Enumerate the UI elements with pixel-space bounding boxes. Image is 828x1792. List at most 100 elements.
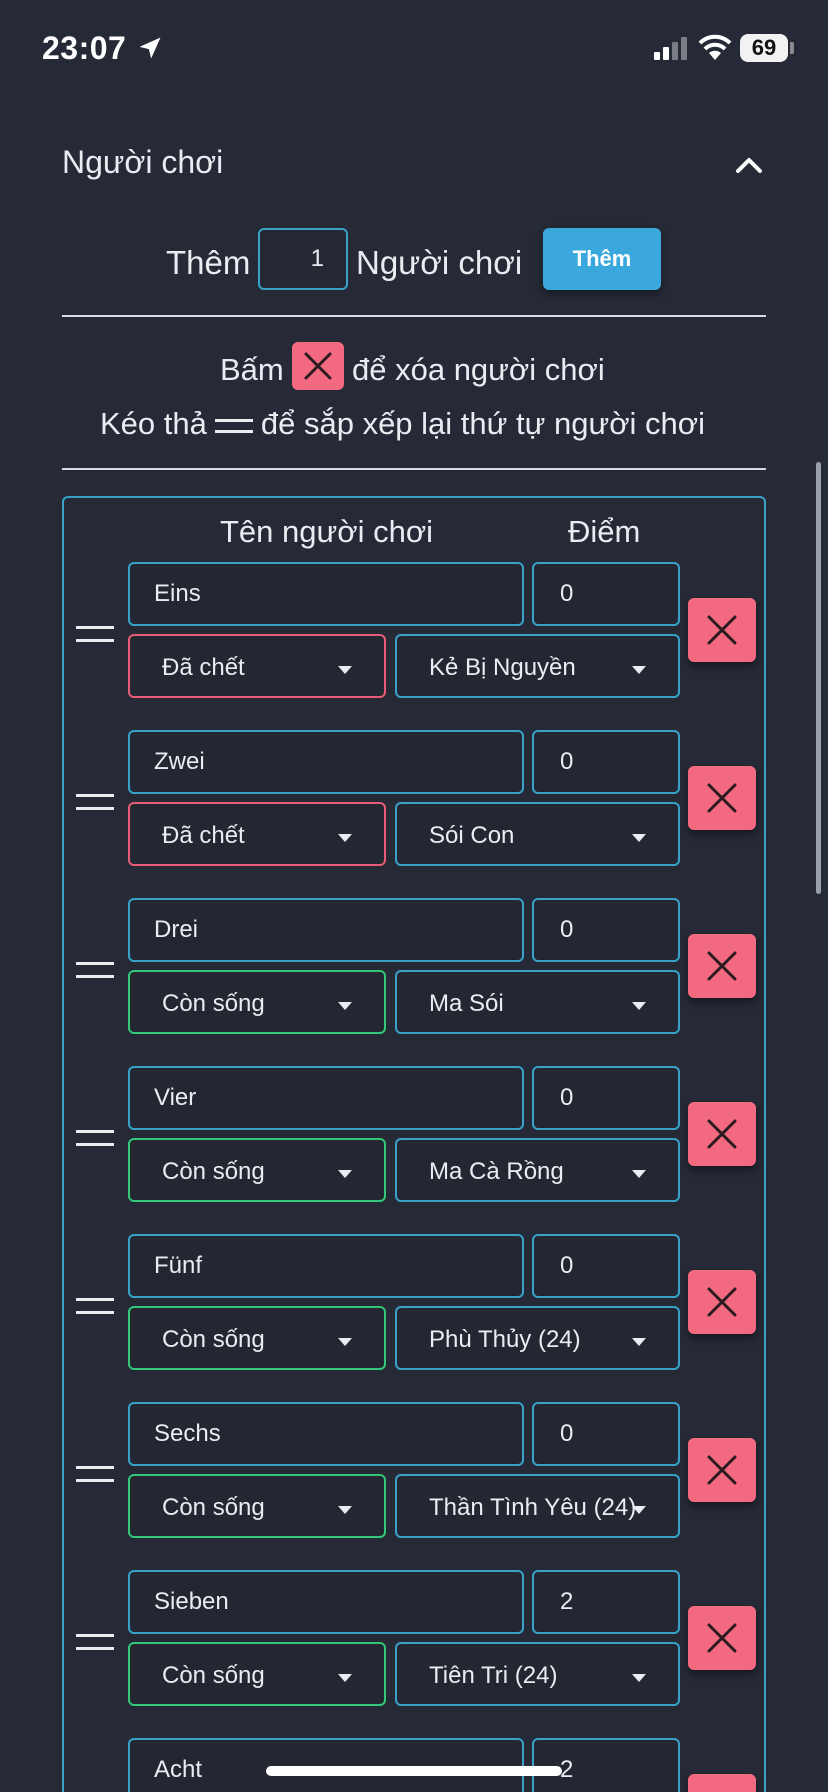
status-select[interactable]: Còn sống: [128, 970, 386, 1034]
caret-down-icon: [338, 834, 352, 842]
player-row: Đã chết Kẻ Bị Nguyền: [0, 562, 828, 702]
status-value: Còn sống: [162, 1326, 265, 1353]
status-select[interactable]: Còn sống: [128, 1642, 386, 1706]
delete-player-button[interactable]: [688, 1102, 756, 1166]
close-icon: [707, 1623, 737, 1653]
player-score-input[interactable]: [532, 898, 680, 962]
role-value: Kẻ Bị Nguyền: [429, 654, 576, 681]
status-select[interactable]: Đã chết: [128, 802, 386, 866]
column-header-score: Điểm: [568, 514, 641, 549]
drag-handle-icon[interactable]: [76, 1462, 114, 1486]
drag-hint: Kéo thả để sắp xếp lại thứ tự người chơi: [100, 406, 705, 442]
player-row: Đã chết Sói Con: [0, 730, 828, 870]
close-icon: [292, 342, 344, 390]
caret-down-icon: [632, 666, 646, 674]
divider-bottom: [62, 468, 766, 470]
drag-handle-icon[interactable]: [76, 622, 114, 646]
player-row: Còn sống Thần Tình Yêu (24): [0, 1402, 828, 1542]
drag-handle-icon[interactable]: [76, 1294, 114, 1318]
status-select[interactable]: Đã chết: [128, 634, 386, 698]
player-name-input[interactable]: [128, 1234, 524, 1298]
delete-player-button[interactable]: [688, 1270, 756, 1334]
player-name-input[interactable]: [128, 730, 524, 794]
delete-player-button[interactable]: [688, 766, 756, 830]
role-select[interactable]: Sói Con: [395, 802, 680, 866]
column-header-name: Tên người chơi: [220, 514, 434, 549]
player-score-input[interactable]: [532, 1066, 680, 1130]
caret-down-icon: [632, 1674, 646, 1682]
close-icon: [707, 615, 737, 645]
status-value: Còn sống: [162, 990, 265, 1017]
caret-down-icon: [338, 1506, 352, 1514]
divider-top: [62, 315, 766, 317]
close-icon: [707, 1287, 737, 1317]
add-players-row: Thêm Người chơi Thêm: [0, 226, 828, 296]
delete-hint: Bấm để xóa người chơi: [0, 340, 828, 392]
status-value: Còn sống: [162, 1494, 265, 1521]
role-value: Thần Tình Yêu (24): [429, 1494, 637, 1521]
player-name-input[interactable]: [128, 1066, 524, 1130]
delete-player-button[interactable]: [688, 598, 756, 662]
status-value: Còn sống: [162, 1158, 265, 1185]
role-select[interactable]: Ma Cà Rồng: [395, 1138, 680, 1202]
status-select[interactable]: Còn sống: [128, 1138, 386, 1202]
role-select[interactable]: Tiên Tri (24): [395, 1642, 680, 1706]
player-row: [0, 1738, 828, 1792]
caret-down-icon: [338, 1338, 352, 1346]
player-count-input[interactable]: [258, 228, 348, 290]
drag-handle-icon[interactable]: [76, 790, 114, 814]
delete-player-button[interactable]: [688, 1438, 756, 1502]
battery-tip: [790, 42, 794, 54]
player-row: Còn sống Ma Sói: [0, 898, 828, 1038]
role-value: Phù Thủy (24): [429, 1326, 581, 1353]
player-name-input[interactable]: [128, 562, 524, 626]
player-name-input[interactable]: [128, 898, 524, 962]
player-row: Còn sống Phù Thủy (24): [0, 1234, 828, 1374]
battery-indicator: 69: [740, 34, 788, 62]
player-score-input[interactable]: [532, 730, 680, 794]
role-select[interactable]: Kẻ Bị Nguyền: [395, 634, 680, 698]
close-icon: [707, 951, 737, 981]
section-title: Người chơi: [62, 144, 224, 180]
location-arrow-icon: [139, 37, 161, 59]
player-score-input[interactable]: [532, 1402, 680, 1466]
player-score-input[interactable]: [532, 1570, 680, 1634]
signal-icon: [654, 37, 687, 60]
close-icon: [707, 783, 737, 813]
caret-down-icon: [338, 1002, 352, 1010]
drag-handle-icon[interactable]: [76, 958, 114, 982]
role-select[interactable]: Ma Sói: [395, 970, 680, 1034]
role-value: Ma Sói: [429, 990, 504, 1017]
caret-down-icon: [338, 1170, 352, 1178]
wifi-icon: [698, 34, 732, 60]
delete-player-button[interactable]: [688, 1606, 756, 1670]
caret-down-icon: [632, 834, 646, 842]
role-select[interactable]: Phù Thủy (24): [395, 1306, 680, 1370]
chevron-up-icon[interactable]: [734, 155, 764, 175]
status-select[interactable]: Còn sống: [128, 1306, 386, 1370]
caret-down-icon: [338, 1674, 352, 1682]
delete-hint-prefix: Bấm: [220, 352, 284, 387]
status-value: Đã chết: [162, 822, 245, 849]
drag-handle-icon[interactable]: [76, 1126, 114, 1150]
delete-player-button[interactable]: [688, 934, 756, 998]
player-name-input[interactable]: [128, 1570, 524, 1634]
player-row: Còn sống Ma Cà Rồng: [0, 1066, 828, 1206]
drag-handle-icon[interactable]: [76, 1630, 114, 1654]
player-score-input[interactable]: [532, 562, 680, 626]
player-name-input[interactable]: [128, 1402, 524, 1466]
player-score-input[interactable]: [532, 1738, 680, 1792]
drag-hint-suffix: để sắp xếp lại thứ tự người chơi: [260, 406, 706, 441]
role-value: Ma Cà Rồng: [429, 1158, 564, 1185]
close-icon: [707, 1455, 737, 1485]
delete-player-button[interactable]: [688, 1774, 756, 1792]
role-select[interactable]: Thần Tình Yêu (24): [395, 1474, 680, 1538]
close-icon: [707, 1119, 737, 1149]
player-score-input[interactable]: [532, 1234, 680, 1298]
status-select[interactable]: Còn sống: [128, 1474, 386, 1538]
drag-handle-icon: [214, 418, 253, 433]
player-name-input[interactable]: [128, 1738, 524, 1792]
scrollbar[interactable]: [816, 462, 821, 894]
delete-hint-suffix: để xóa người chơi: [352, 352, 605, 387]
add-players-button[interactable]: Thêm: [543, 228, 661, 290]
